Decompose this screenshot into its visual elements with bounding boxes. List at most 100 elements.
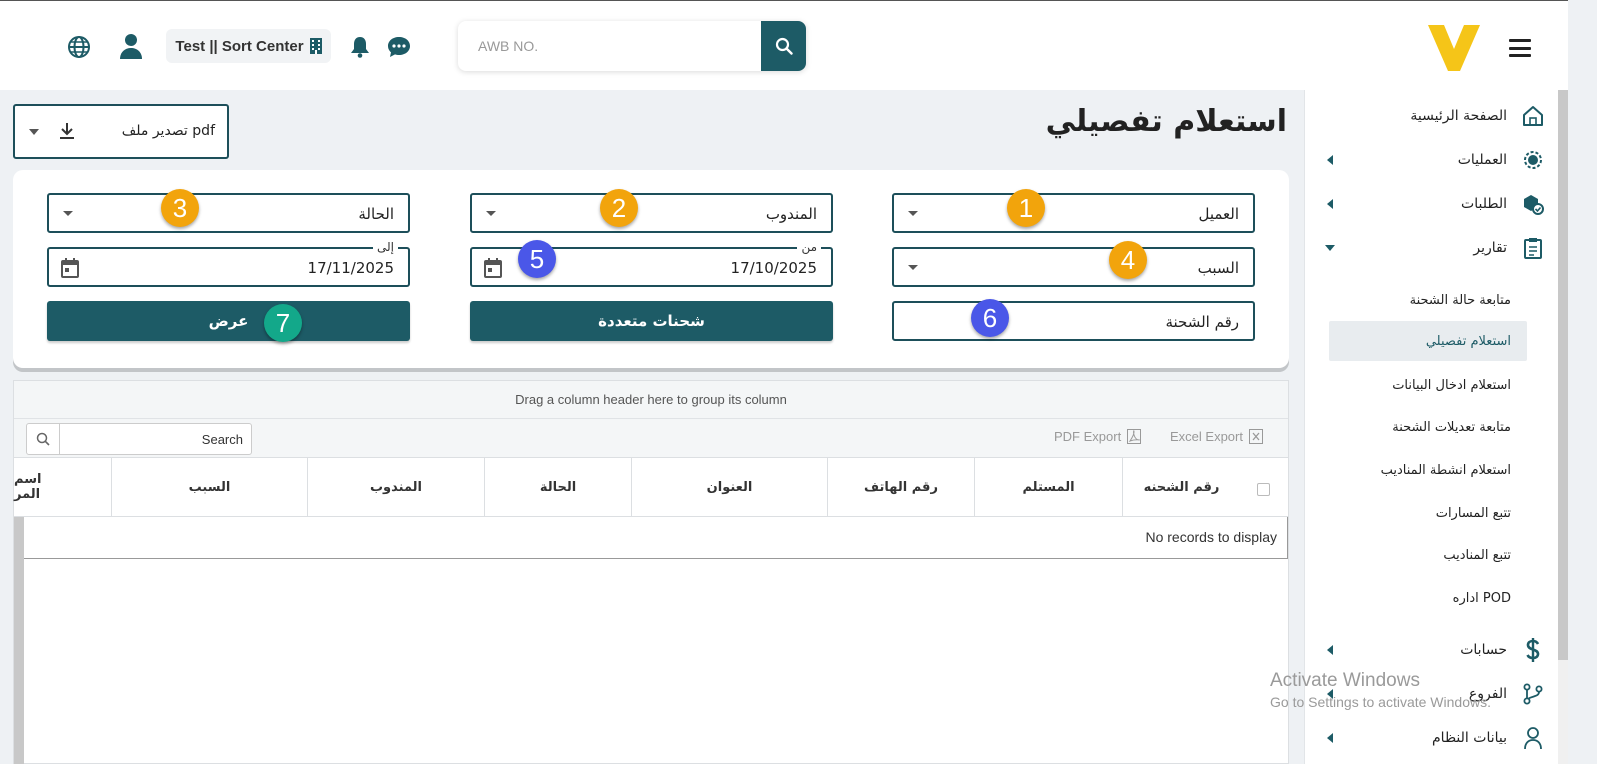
user-icon[interactable]: [118, 32, 144, 60]
bell-icon[interactable]: [349, 35, 371, 59]
shipment-number-placeholder: رقم الشحنة: [1165, 313, 1239, 331]
show-button[interactable]: عرض: [47, 301, 410, 341]
multi-shipments-button[interactable]: شحنات متعددة: [470, 301, 833, 341]
annotation-badge-1: 1: [1007, 189, 1045, 227]
sidebar-item-home[interactable]: الصفحة الرئيسية: [1305, 98, 1545, 134]
awb-search-input[interactable]: [458, 21, 758, 71]
branch-label: Test || Sort Center: [175, 37, 304, 55]
pdf-export-label: PDF Export: [1054, 429, 1122, 444]
excel-export-label: Excel Export: [1170, 429, 1243, 444]
sidebar-item-label: الصفحة الرئيسية: [1410, 108, 1507, 124]
sidebar-sub-pod-management[interactable]: اداره POD: [1329, 578, 1527, 618]
user-icon: [1521, 726, 1545, 750]
column-header-reason[interactable]: السبب: [111, 458, 307, 516]
pdf-export-button[interactable]: PDF Export: [1054, 429, 1142, 444]
sidebar-sub-shipment-edits[interactable]: متابعة تعديلات الشحنة: [1329, 407, 1527, 447]
sidebar-sub-data-entry-inquiry[interactable]: استعلام ادخال البيانات: [1329, 365, 1527, 405]
sidebar-sub-detailed-inquiry[interactable]: استعلام تفصيلي: [1329, 321, 1527, 361]
reports-icon: [1521, 236, 1545, 260]
annotation-badge-4: 4: [1109, 241, 1147, 279]
sidebar-item-label: حسابات: [1460, 642, 1507, 658]
sidebar-item-label: العمليات: [1457, 152, 1507, 168]
reason-select-value: السبب: [1197, 259, 1239, 277]
download-icon: [60, 123, 74, 139]
chevron-down-icon: [63, 211, 73, 216]
sidebar-item-label: بيانات النظام: [1432, 730, 1507, 746]
from-date-label: من: [797, 240, 821, 254]
caret-left-icon: [1327, 155, 1333, 165]
column-header-sender-name[interactable]: اسم المر: [14, 458, 111, 516]
pdf-icon: [1127, 429, 1142, 444]
home-icon: [1521, 104, 1545, 128]
annotation-badge-2: 2: [600, 189, 638, 227]
grid-toolbar: PDF Export Excel Export: [14, 419, 1288, 457]
top-bar: Test || Sort Center: [0, 0, 1568, 90]
to-date-label: إلى: [373, 240, 398, 254]
chevron-down-icon: [908, 265, 918, 270]
grid-search-input[interactable]: [61, 424, 249, 454]
from-date-value: 17/10/2025: [730, 259, 817, 277]
chevron-down-icon: [486, 211, 496, 216]
calendar-icon[interactable]: [61, 258, 79, 278]
sidebar-item-label: الطلبات: [1461, 196, 1507, 212]
sidebar-sub-shipment-tracking[interactable]: متابعة حالة الشحنة: [1329, 280, 1527, 320]
sidebar-item-orders[interactable]: الطلبات: [1305, 186, 1545, 222]
sidebar-item-accounts[interactable]: حسابات: [1305, 632, 1545, 668]
branch-selector[interactable]: Test || Sort Center: [166, 29, 331, 63]
page-scrollbar[interactable]: [1558, 90, 1568, 660]
excel-icon: [1248, 429, 1263, 444]
sidebar: الصفحة الرئيسية العمليات الطلبات تقارير …: [1304, 90, 1568, 764]
customer-select[interactable]: العميل: [892, 193, 1255, 233]
sidebar-sub-courier-activity[interactable]: استعلام انشطة المناديب: [1329, 450, 1527, 490]
export-pdf-dropdown[interactable]: تصدير ملف pdf: [13, 104, 229, 159]
export-label: تصدير ملف pdf: [121, 123, 215, 139]
brand-logo: [1428, 25, 1480, 71]
annotation-badge-5: 5: [518, 240, 556, 278]
caret-left-icon: [1327, 199, 1333, 209]
windows-activation-watermark: Activate Windows Go to Settings to activ…: [1270, 670, 1491, 710]
group-panel: Drag a column header here to group its c…: [14, 381, 1288, 419]
grid-scrollbar[interactable]: [14, 517, 24, 764]
shipment-number-input[interactable]: رقم الشحنة: [892, 301, 1255, 341]
column-header-status[interactable]: الحالة: [484, 458, 631, 516]
column-header-shipment-no[interactable]: رقم الشحنه: [1122, 458, 1240, 516]
annotation-badge-3: 3: [161, 189, 199, 227]
chevron-down-icon: [908, 211, 918, 216]
sidebar-item-operations[interactable]: العمليات: [1305, 142, 1545, 178]
sidebar-sub-courier-tracking[interactable]: تتبع المناديب: [1329, 535, 1527, 575]
reason-select[interactable]: السبب: [892, 247, 1255, 287]
branches-icon: [1521, 682, 1545, 706]
calendar-icon[interactable]: [484, 258, 502, 278]
courier-select[interactable]: المندوب: [470, 193, 833, 233]
globe-icon[interactable]: [66, 34, 92, 60]
column-header-receiver[interactable]: المستلم: [974, 458, 1122, 516]
column-header-address[interactable]: العنوان: [631, 458, 827, 516]
annotation-badge-6: 6: [971, 299, 1009, 337]
grid-search: [26, 423, 252, 455]
caret-down-icon: [1325, 245, 1335, 251]
chat-icon[interactable]: [386, 35, 412, 59]
sidebar-item-label: تقارير: [1473, 240, 1507, 256]
column-header-courier[interactable]: المندوب: [307, 458, 484, 516]
excel-export-button[interactable]: Excel Export: [1170, 429, 1263, 444]
operations-icon: [1521, 148, 1545, 172]
customer-select-value: العميل: [1198, 205, 1239, 223]
status-select[interactable]: الحالة: [47, 193, 410, 233]
annotation-badge-7: 7: [264, 304, 302, 342]
chevron-down-icon: [29, 129, 39, 135]
sidebar-item-reports[interactable]: تقارير: [1305, 230, 1545, 266]
sidebar-item-system-data[interactable]: بيانات النظام: [1305, 720, 1545, 756]
search-icon: [775, 37, 793, 55]
menu-toggle-icon[interactable]: [1509, 39, 1531, 57]
sidebar-sub-route-tracking[interactable]: تتبع المسارات: [1329, 493, 1527, 533]
filter-card: العميل المندوب الحالة السبب من 17/10/202…: [13, 170, 1289, 368]
watermark-line-1: Activate Windows: [1270, 670, 1420, 691]
caret-left-icon: [1327, 645, 1333, 655]
select-all-checkbox[interactable]: [1257, 483, 1270, 496]
column-header-phone[interactable]: رقم الهاتف: [827, 458, 974, 516]
grid-header-row: رقم الشحنه المستلم رقم الهاتف العنوان ال…: [14, 457, 1288, 517]
building-icon: [309, 38, 322, 54]
awb-search-button[interactable]: [761, 21, 806, 71]
to-date-field[interactable]: إلى 17/11/2025: [47, 240, 410, 287]
status-select-value: الحالة: [358, 205, 394, 223]
